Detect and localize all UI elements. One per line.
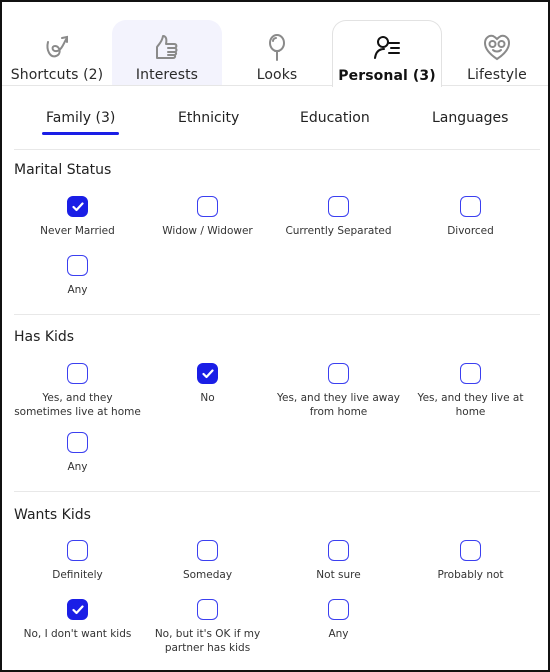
- checkbox[interactable]: [197, 599, 218, 620]
- checkbox[interactable]: [328, 599, 349, 620]
- option-label: Divorced: [447, 225, 494, 237]
- option-label: Yes, and they sometimes live at home: [14, 392, 141, 418]
- option-divorced[interactable]: Divorced: [405, 196, 536, 238]
- option-label: Probably not: [437, 569, 504, 581]
- option-kids-away[interactable]: Yes, and they live away from home: [273, 363, 404, 419]
- option-label: No, I don't want kids: [23, 628, 132, 640]
- option-label: Definitely: [52, 569, 103, 581]
- balloon-icon: [261, 31, 293, 63]
- option-kids-sometimes-home[interactable]: Yes, and they sometimes live at home: [12, 363, 143, 419]
- tab-shortcuts[interactable]: Shortcuts (2): [2, 20, 112, 86]
- option-any[interactable]: Any: [12, 255, 143, 297]
- category-tabs: Shortcuts (2) Interests Looks Personal (…: [2, 20, 548, 87]
- checkbox[interactable]: [328, 196, 349, 217]
- check-icon: [201, 368, 214, 378]
- tab-label: Personal (3): [338, 68, 436, 84]
- option-widow-widower[interactable]: Widow / Widower: [142, 196, 273, 238]
- option-label: Yes, and they live away from home: [276, 392, 401, 418]
- checkbox[interactable]: [67, 255, 88, 276]
- tab-label: Shortcuts (2): [10, 67, 104, 83]
- option-probably-not[interactable]: Probably not: [405, 540, 536, 582]
- option-no-kids[interactable]: No: [142, 363, 273, 405]
- shortcut-swirl-icon: [41, 31, 73, 63]
- thumbs-up-icon: [151, 31, 183, 63]
- checkbox[interactable]: [67, 196, 88, 217]
- option-ok-if-partner-has-kids[interactable]: No, but it's OK if my partner has kids: [142, 599, 273, 655]
- checkbox[interactable]: [67, 540, 88, 561]
- option-label: Any: [67, 461, 88, 473]
- option-currently-separated[interactable]: Currently Separated: [273, 196, 404, 238]
- option-someday[interactable]: Someday: [142, 540, 273, 582]
- subtab-ethnicity[interactable]: Ethnicity: [178, 110, 239, 126]
- checkbox[interactable]: [67, 363, 88, 384]
- option-any[interactable]: Any: [273, 599, 404, 641]
- heart-face-icon: [481, 31, 513, 63]
- tab-interests[interactable]: Interests: [112, 20, 222, 86]
- subtab-education[interactable]: Education: [300, 110, 370, 126]
- section-has-kids: Has Kids Yes, and they sometimes live at…: [14, 329, 540, 492]
- checkbox[interactable]: [197, 196, 218, 217]
- checkbox[interactable]: [460, 363, 481, 384]
- person-list-icon: [371, 32, 403, 64]
- section-wants-kids: Wants Kids Definitely Someday Not sure P…: [12, 507, 540, 670]
- filter-panel: Shortcuts (2) Interests Looks Personal (…: [0, 0, 550, 672]
- option-never-married[interactable]: Never Married: [12, 196, 143, 238]
- tab-looks[interactable]: Looks: [222, 20, 332, 86]
- option-label: Not sure: [316, 569, 361, 581]
- tab-label: Interests: [135, 67, 199, 83]
- subcategory-tabs: Family (3) Ethnicity Education Languages: [14, 102, 540, 150]
- option-label: Widow / Widower: [162, 225, 253, 237]
- checkbox[interactable]: [67, 599, 88, 620]
- checkbox[interactable]: [460, 196, 481, 217]
- section-marital-status: Marital Status Never Married Widow / Wid…: [14, 162, 540, 315]
- section-title: Has Kids: [14, 329, 75, 345]
- section-title: Marital Status: [14, 162, 112, 178]
- tab-lifestyle[interactable]: Lifestyle: [442, 20, 548, 86]
- subtab-languages[interactable]: Languages: [432, 110, 508, 126]
- check-icon: [71, 201, 84, 211]
- tab-label: Looks: [256, 67, 298, 83]
- subtab-family[interactable]: Family (3): [41, 110, 120, 135]
- option-label: No, but it's OK if my partner has kids: [154, 628, 261, 654]
- checkbox[interactable]: [197, 540, 218, 561]
- option-label: Yes, and they live at home: [417, 392, 524, 418]
- option-label: Any: [67, 284, 88, 296]
- tab-personal[interactable]: Personal (3): [332, 20, 442, 87]
- option-not-sure[interactable]: Not sure: [273, 540, 404, 582]
- option-label: No: [200, 392, 215, 404]
- option-label: Someday: [182, 569, 233, 581]
- option-label: Currently Separated: [285, 225, 392, 237]
- checkbox[interactable]: [328, 540, 349, 561]
- option-label: Never Married: [40, 225, 115, 237]
- checkbox[interactable]: [67, 432, 88, 453]
- option-dont-want-kids[interactable]: No, I don't want kids: [12, 599, 143, 641]
- tab-label: Lifestyle: [467, 67, 527, 83]
- check-icon: [71, 604, 84, 614]
- checkbox[interactable]: [460, 540, 481, 561]
- option-label: Any: [328, 628, 349, 640]
- checkbox[interactable]: [328, 363, 349, 384]
- section-title: Wants Kids: [14, 507, 91, 523]
- option-definitely[interactable]: Definitely: [12, 540, 143, 582]
- option-any[interactable]: Any: [12, 432, 143, 474]
- checkbox[interactable]: [197, 363, 218, 384]
- option-kids-at-home[interactable]: Yes, and they live at home: [405, 363, 536, 419]
